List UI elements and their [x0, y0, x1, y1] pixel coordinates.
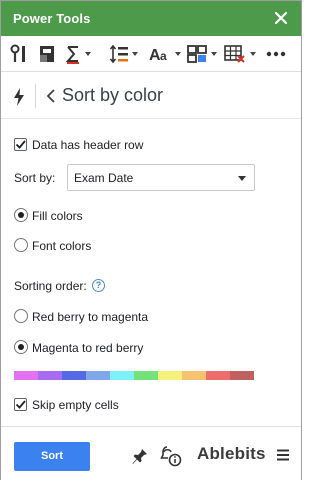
font-colors-radio[interactable] [14, 238, 28, 252]
sorting-order-label: Sorting order: [14, 279, 87, 293]
title-bar: Power Tools [1, 1, 301, 36]
account-info-icon[interactable] [159, 444, 183, 468]
checkmark-icon [15, 140, 26, 149]
fill-colors-radio[interactable] [14, 208, 28, 222]
checkmark-icon [15, 400, 26, 409]
color-order-strip [14, 371, 254, 380]
power-tools-sidebar: Power Tools A a Sort by color Data has h… [0, 0, 302, 480]
tool-header: Sort by color [1, 73, 301, 119]
hamburger-menu-icon[interactable] [276, 448, 290, 462]
fill-colors-label: Fill colors [32, 209, 83, 223]
data-cleanup-button[interactable] [37, 41, 57, 67]
header-row-checkbox[interactable] [14, 138, 27, 151]
line-spacing-icon [109, 44, 128, 64]
ablebits-logo[interactable]: Ablebits [197, 444, 266, 464]
formulas-menu-button[interactable] [64, 41, 91, 67]
page-title: Sort by color [62, 85, 164, 105]
color-swatch [158, 371, 182, 380]
header-row-label: Data has header row [32, 138, 144, 152]
more-icon [266, 51, 286, 57]
close-icon [274, 11, 288, 25]
help-icon[interactable]: ? [92, 279, 105, 292]
find-replace-button[interactable] [9, 41, 31, 67]
back-chevron-icon[interactable] [45, 87, 57, 105]
color-swatch [206, 371, 230, 380]
line-spacing-menu-button[interactable] [109, 41, 138, 67]
close-button[interactable] [267, 4, 295, 32]
clear-menu-button[interactable] [223, 41, 256, 67]
chevron-down-icon [175, 52, 181, 56]
chevron-down-icon [250, 52, 256, 56]
chevron-down-icon [211, 52, 217, 56]
color-swatch [14, 371, 38, 380]
color-swatch [62, 371, 86, 380]
skip-empty-checkbox[interactable] [14, 398, 27, 411]
text-case-icon: A a [149, 47, 167, 64]
sort-by-value: Exam Date [74, 171, 134, 185]
magenta-to-red-label: Magenta to red berry [32, 341, 144, 355]
header-divider [35, 84, 36, 108]
find-replace-icon [10, 44, 25, 62]
toolbar: A a [1, 36, 301, 72]
layout-grid-icon [187, 45, 207, 63]
footer: Sort Ablebits [1, 426, 301, 480]
font-colors-label: Font colors [32, 239, 92, 253]
skip-empty-label: Skip empty cells [32, 398, 119, 412]
data-cleanup-icon [40, 46, 54, 62]
window-title: Power Tools [13, 11, 91, 26]
color-swatch [230, 371, 254, 380]
more-button[interactable] [265, 41, 287, 67]
sort-by-select[interactable]: Exam Date [67, 164, 255, 191]
color-swatch [134, 371, 158, 380]
red-to-magenta-label: Red berry to magenta [32, 310, 149, 324]
clear-table-icon [224, 45, 245, 63]
layout-menu-button[interactable] [186, 41, 217, 67]
color-swatch [86, 371, 110, 380]
color-swatch [182, 371, 206, 380]
magenta-to-red-radio[interactable] [14, 340, 28, 354]
color-swatch [38, 371, 62, 380]
sum-icon [65, 46, 79, 64]
pin-icon[interactable] [131, 446, 149, 466]
text-case-menu-button[interactable]: A a [148, 41, 181, 67]
chevron-down-icon [85, 52, 91, 56]
svg-text:a: a [160, 49, 167, 63]
red-to-magenta-radio[interactable] [14, 309, 28, 323]
color-swatch [110, 371, 134, 380]
sort-by-label: Sort by: [14, 171, 56, 185]
sort-button[interactable]: Sort [14, 442, 90, 471]
chevron-down-icon [132, 52, 138, 56]
lightning-icon[interactable] [12, 87, 26, 107]
dropdown-arrow-icon [238, 176, 246, 181]
